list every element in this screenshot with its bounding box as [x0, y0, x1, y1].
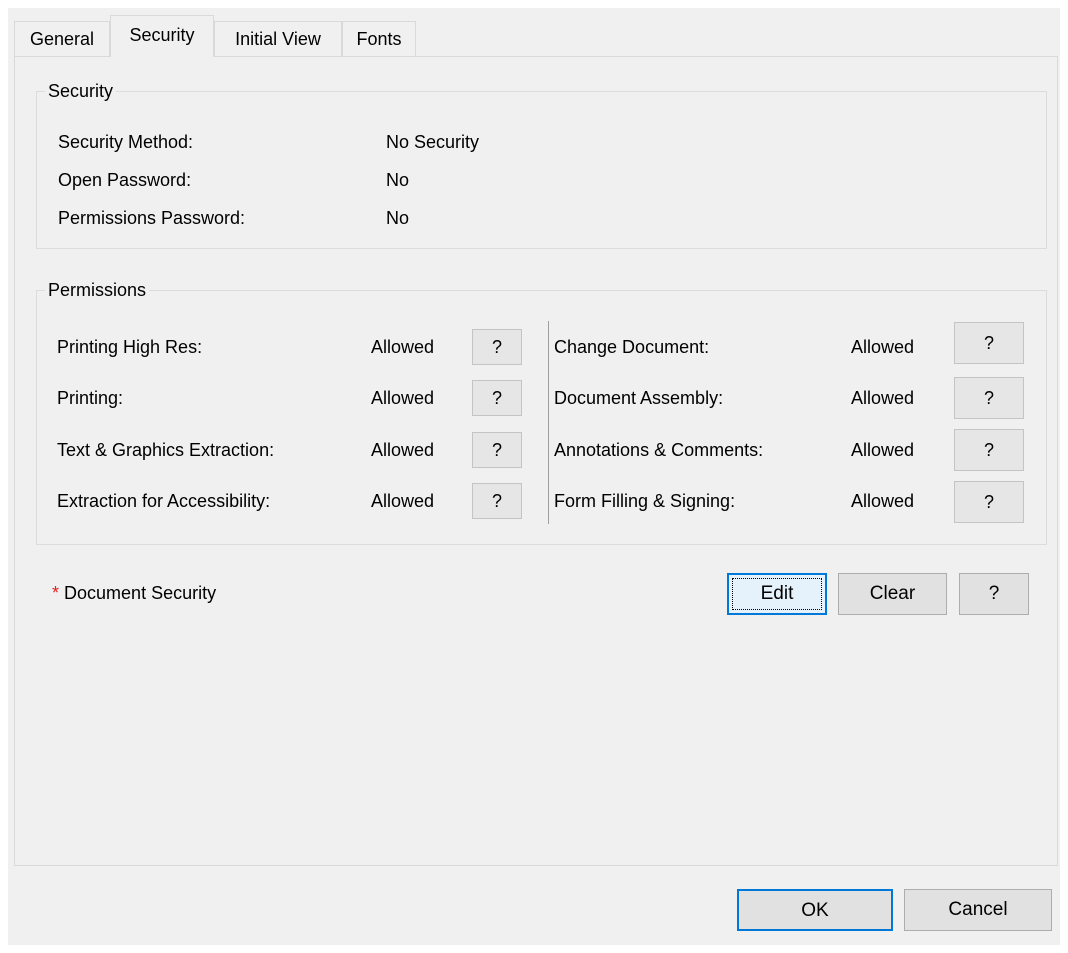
permissions-password-label: Permissions Password:	[58, 208, 246, 228]
text-graphics-extraction-help-button[interactable]: ?	[472, 432, 522, 468]
edit-security-button[interactable]: Edit	[727, 573, 827, 615]
tab-initial-view[interactable]: Initial View	[214, 21, 342, 57]
open-password-label: Open Password:	[58, 170, 192, 190]
form-filling-signing-help-button[interactable]: ?	[954, 481, 1024, 523]
document-security-help-button[interactable]: ?	[959, 573, 1029, 615]
tab-fonts-label: Fonts	[356, 29, 402, 49]
edit-security-button-label: Edit	[760, 583, 794, 604]
form-filling-signing-value: Allowed	[851, 491, 915, 511]
tab-security-label: Security	[129, 25, 195, 45]
printing-high-res-label: Printing High Res:	[57, 337, 203, 357]
annotations-comments-label: Annotations & Comments:	[554, 440, 764, 460]
form-filling-signing-label: Form Filling & Signing:	[554, 491, 736, 511]
document-security-text: Document Security	[64, 583, 217, 603]
document-security-label: * Document Security	[52, 582, 216, 604]
extraction-accessibility-value: Allowed	[371, 491, 435, 511]
annotations-comments-value: Allowed	[851, 440, 915, 460]
tab-fonts[interactable]: Fonts	[342, 21, 416, 57]
cancel-button-label: Cancel	[948, 899, 1008, 920]
ok-button-label: OK	[801, 900, 829, 921]
document-assembly-value: Allowed	[851, 388, 915, 408]
document-assembly-label: Document Assembly:	[554, 388, 724, 408]
printing-high-res-value: Allowed	[371, 337, 435, 357]
clear-security-button[interactable]: Clear	[838, 573, 947, 615]
annotations-comments-help-button[interactable]: ?	[954, 429, 1024, 471]
clear-security-button-label: Clear	[869, 583, 916, 604]
open-password-value: No	[386, 170, 410, 190]
permissions-password-value: No	[386, 208, 410, 228]
required-marker: *	[52, 583, 60, 603]
permissions-group-legend: Permissions	[45, 280, 150, 300]
extraction-accessibility-help-button[interactable]: ?	[472, 483, 522, 519]
ok-button[interactable]: OK	[737, 889, 893, 931]
security-method-label: Security Method:	[58, 132, 194, 152]
permissions-column-divider	[548, 321, 549, 524]
extraction-accessibility-label: Extraction for Accessibility:	[57, 491, 271, 511]
printing-help-button[interactable]: ?	[472, 380, 522, 416]
printing-value: Allowed	[371, 388, 435, 408]
change-document-value: Allowed	[851, 337, 915, 357]
change-document-help-button[interactable]: ?	[954, 322, 1024, 364]
text-graphics-extraction-value: Allowed	[371, 440, 435, 460]
printing-high-res-help-button[interactable]: ?	[472, 329, 522, 365]
security-tab-page: Security Security Method: No Security Op…	[14, 56, 1058, 866]
change-document-label: Change Document:	[554, 337, 710, 357]
document-assembly-help-button[interactable]: ?	[954, 377, 1024, 419]
tab-initial-view-label: Initial View	[235, 29, 321, 49]
security-group-legend: Security	[45, 81, 117, 101]
security-method-value: No Security	[386, 132, 480, 152]
tab-security[interactable]: Security	[110, 15, 214, 57]
text-graphics-extraction-label: Text & Graphics Extraction:	[57, 440, 275, 460]
printing-label: Printing:	[57, 388, 124, 408]
tab-general-label: General	[29, 29, 95, 49]
tab-general[interactable]: General	[14, 21, 110, 57]
document-security-help-label: ?	[988, 583, 1000, 604]
cancel-button[interactable]: Cancel	[904, 889, 1052, 931]
